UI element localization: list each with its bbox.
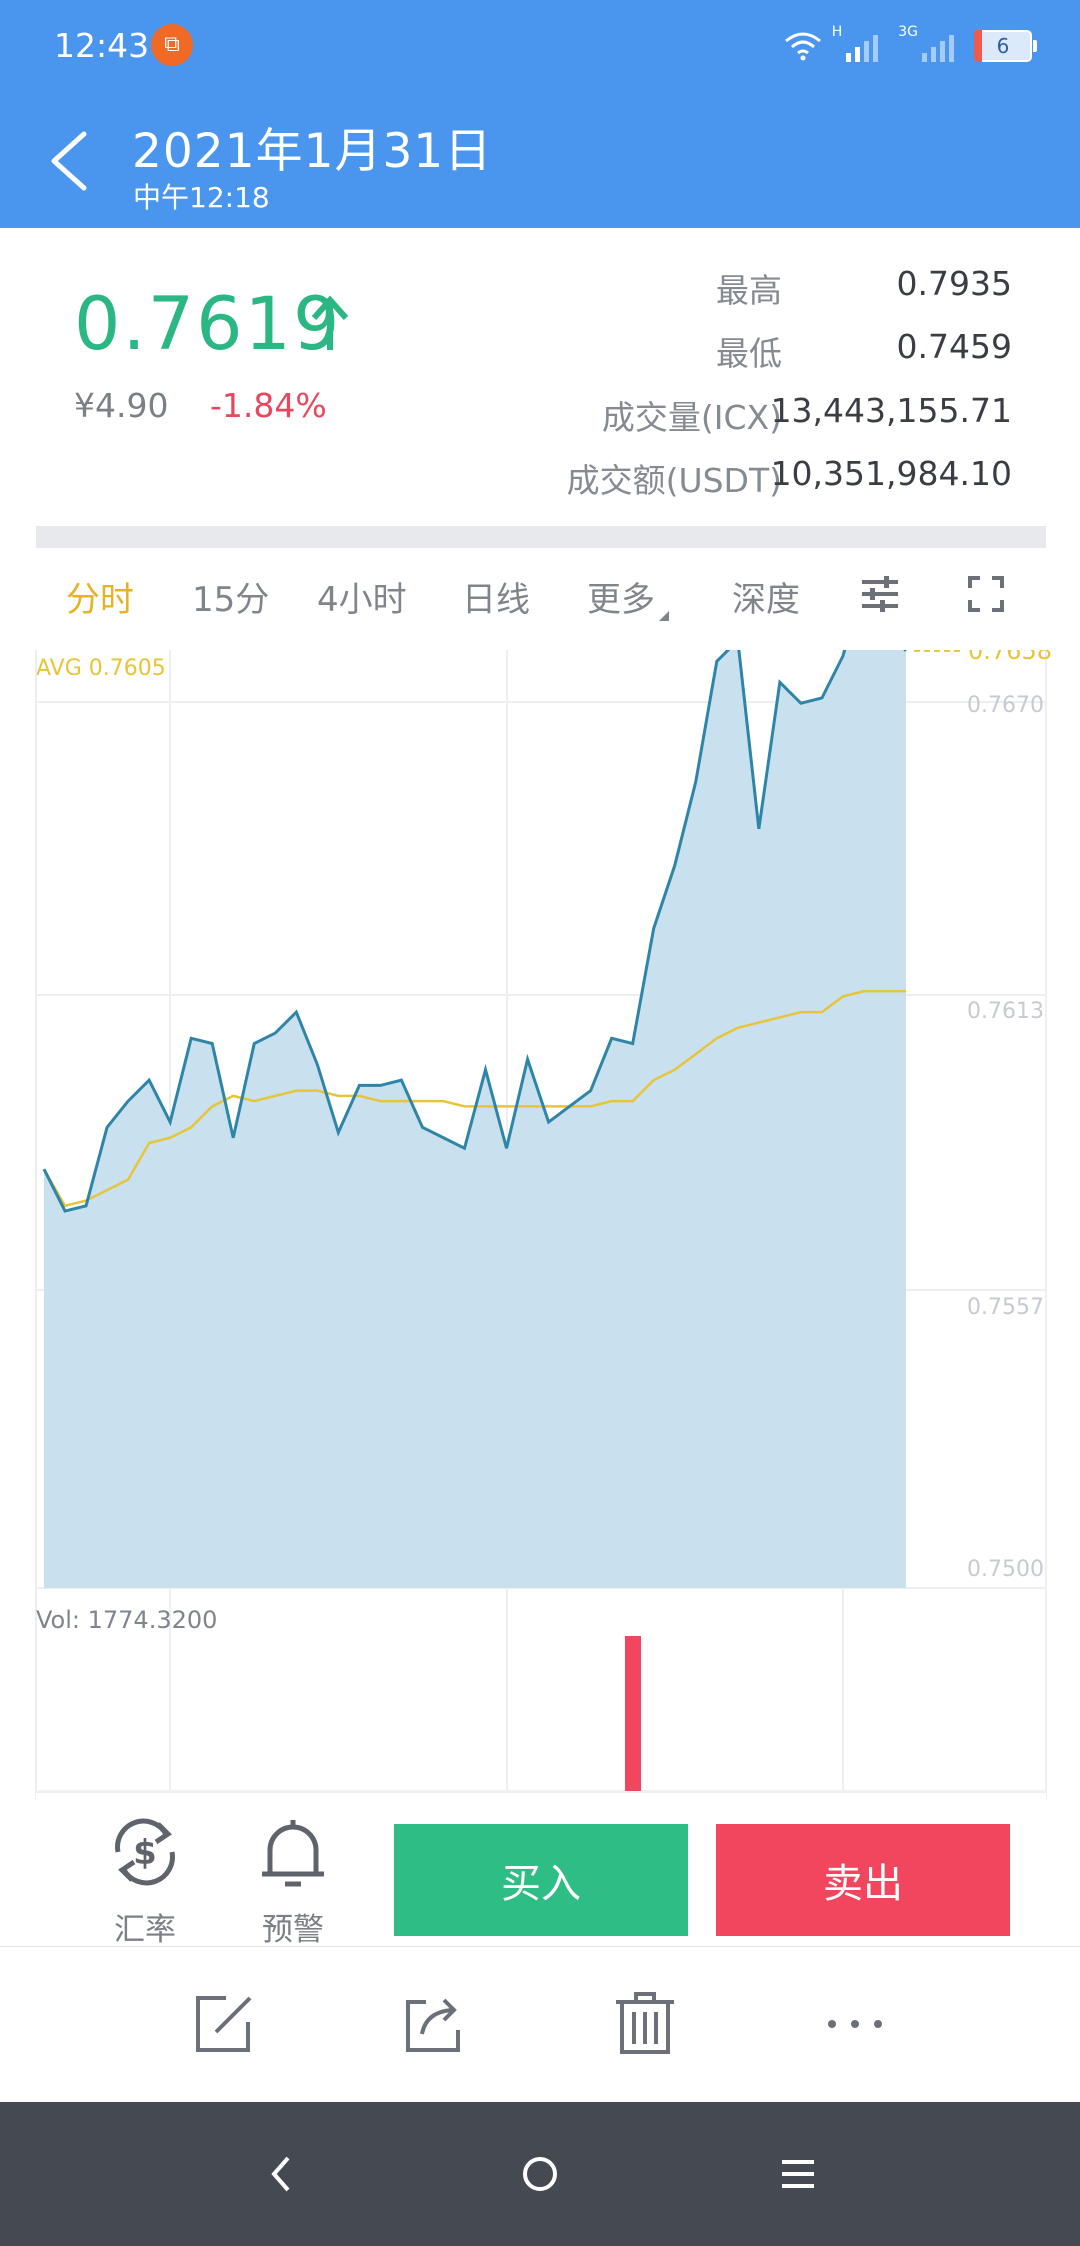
volume-bar: [625, 1636, 641, 1791]
more-icon[interactable]: [822, 1990, 888, 2056]
fullscreen-icon[interactable]: [966, 574, 1006, 614]
signal-icon: [846, 35, 879, 62]
battery-icon: 6: [974, 30, 1037, 62]
bell-icon[interactable]: [248, 1812, 338, 1892]
tab-more-label: 更多: [587, 580, 655, 620]
status-time: 12:43: [54, 26, 150, 65]
stat-volume-label: 成交量(ICX): [601, 398, 782, 437]
last-price-label: 0.7658: [968, 650, 1052, 665]
delete-icon[interactable]: [612, 1990, 678, 2056]
network-type-3g: 3G: [898, 24, 918, 40]
price-up-arrow-icon: [311, 295, 349, 350]
back-arrow-icon[interactable]: [44, 126, 94, 196]
exchange-rate-icon[interactable]: $: [100, 1812, 190, 1892]
page-title: 2021年1月31日: [132, 124, 493, 179]
bottom-toolbar: [0, 1946, 1080, 2103]
buy-button[interactable]: 买入: [394, 1824, 688, 1936]
y-tick-label: 0.7613: [967, 999, 1044, 1024]
wifi-icon: [784, 32, 821, 61]
alert-label[interactable]: 预警: [233, 1904, 353, 1949]
change-percent: -1.84%: [210, 386, 327, 425]
price-area-fill: [44, 650, 906, 1588]
stat-high-value: 0.7935: [896, 264, 1012, 303]
svg-text:$: $: [133, 1833, 157, 1873]
nav-back-icon[interactable]: [254, 2146, 310, 2202]
volume-label: Vol: 1774.3200: [36, 1606, 218, 1634]
y-tick-label: 0.7500: [967, 1557, 1044, 1582]
nav-home-icon[interactable]: [512, 2146, 568, 2202]
status-indicators: H 3G 6: [784, 24, 1037, 68]
stat-low-value: 0.7459: [896, 327, 1012, 366]
stat-low-label: 最低: [716, 334, 782, 373]
dropdown-triangle-icon: [659, 611, 669, 621]
battery-level: 6: [996, 34, 1010, 58]
tab-daily[interactable]: 日线: [462, 572, 530, 621]
tab-depth[interactable]: 深度: [732, 572, 800, 621]
signal-icon-2: [922, 35, 954, 62]
share-icon[interactable]: [402, 1990, 468, 2056]
stat-volume-value: 13,443,155.71: [770, 391, 1012, 430]
y-tick-label: 0.7670: [967, 693, 1044, 718]
indicator-settings-icon[interactable]: [860, 574, 900, 614]
network-type-h: H: [831, 24, 843, 40]
tab-4hour[interactable]: 4小时: [317, 572, 407, 621]
tab-more[interactable]: 更多: [587, 572, 669, 621]
stat-turnover-value: 10,351,984.10: [770, 454, 1012, 493]
tab-timeshare[interactable]: 分时: [66, 572, 134, 621]
stat-turnover-label: 成交额(USDT): [566, 461, 782, 500]
tab-15min[interactable]: 15分: [192, 572, 269, 621]
section-divider: [36, 526, 1046, 548]
last-price: 0.7619: [74, 282, 342, 367]
stat-high-label: 最高: [716, 271, 782, 310]
screen-record-icon: ⧉: [151, 24, 193, 66]
nav-menu-icon[interactable]: [770, 2146, 826, 2202]
page-subtitle: 中午12:18: [133, 181, 270, 214]
sell-button[interactable]: 卖出: [716, 1824, 1010, 1936]
exchange-rate-label[interactable]: 汇率: [85, 1904, 205, 1949]
y-tick-label: 0.7557: [967, 1295, 1044, 1320]
cny-price: ¥4.90: [74, 386, 169, 425]
edit-icon[interactable]: [192, 1990, 258, 2056]
